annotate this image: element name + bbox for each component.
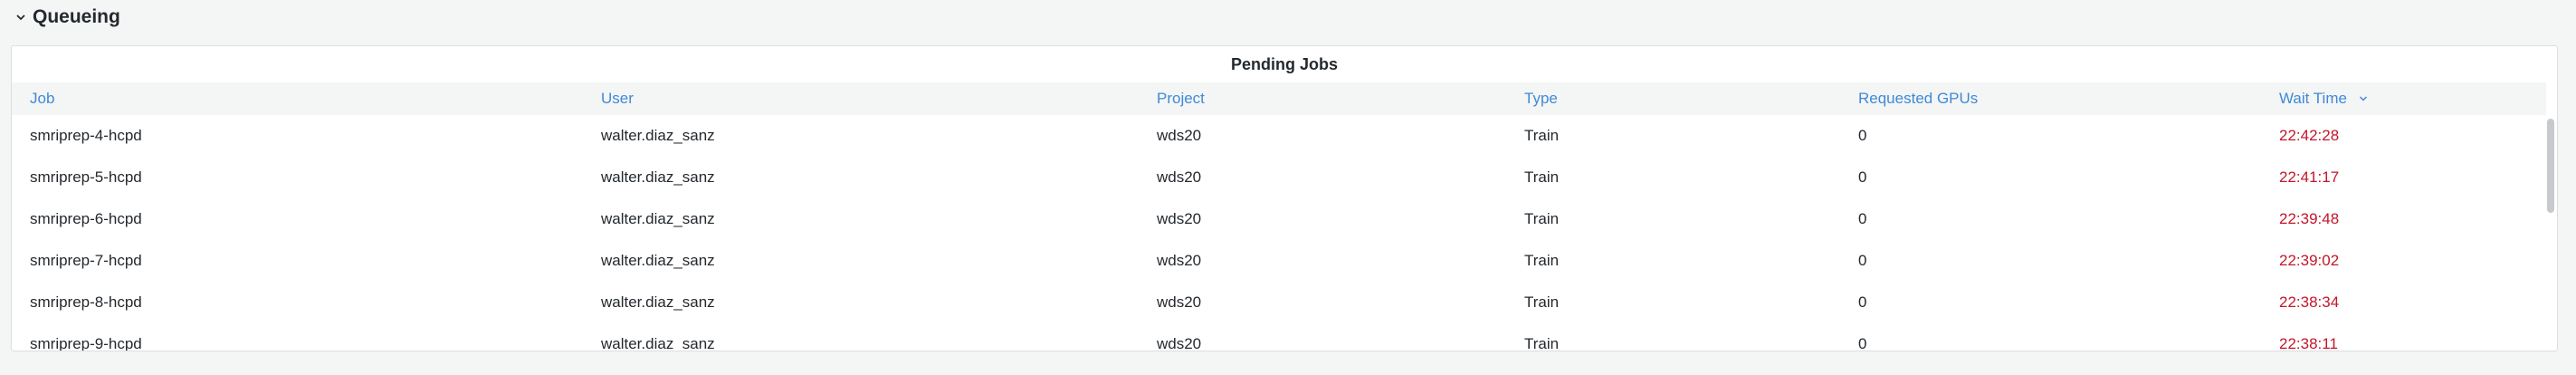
cell-wait-time: 22:39:02 [2279, 252, 2340, 269]
cell-project: wds20 [1157, 168, 1202, 186]
cell-wait-time: 22:39:48 [2279, 210, 2340, 227]
cell-project: wds20 [1157, 210, 1202, 227]
cell-user: walter.diaz_sanz [601, 293, 715, 311]
cell-type: Train [1524, 127, 1560, 144]
pending-jobs-panel: Pending Jobs Job User Project Type Reque… [11, 45, 2558, 351]
cell-job: smriprep-7-hcpd [30, 252, 142, 269]
cell-job: smriprep-5-hcpd [30, 168, 142, 186]
sort-desc-icon [2359, 90, 2368, 108]
cell-requested-gpus: 0 [1858, 293, 1867, 311]
column-header-wait-time[interactable]: Wait Time [2261, 82, 2546, 115]
cell-project: wds20 [1157, 127, 1202, 144]
cell-job: smriprep-6-hcpd [30, 210, 142, 227]
cell-requested-gpus: 0 [1858, 335, 1867, 351]
cell-wait-time: 22:38:11 [2279, 335, 2338, 351]
cell-job: smriprep-4-hcpd [30, 127, 142, 144]
cell-user: walter.diaz_sanz [601, 210, 715, 227]
cell-project: wds20 [1157, 335, 1202, 351]
cell-project: wds20 [1157, 293, 1202, 311]
cell-job: smriprep-9-hcpd [30, 335, 142, 351]
cell-project: wds20 [1157, 252, 1202, 269]
scrollbar-thumb[interactable] [2547, 119, 2554, 213]
chevron-down-icon[interactable] [14, 11, 27, 24]
table-row[interactable]: smriprep-9-hcpd walter.diaz_sanz wds20 Trai… [12, 323, 2546, 351]
pending-jobs-table: Job User Project Type Requested GPUs Wai… [12, 82, 2546, 351]
table-row[interactable]: smriprep-6-hcpd walter.diaz_sanz wds20 Trai… [12, 198, 2546, 240]
column-header-project[interactable]: Project [1139, 82, 1506, 115]
column-header-requested-gpus[interactable]: Requested GPUs [1840, 82, 2261, 115]
cell-requested-gpus: 0 [1858, 252, 1867, 269]
table-row[interactable]: smriprep-8-hcpd walter.diaz_sanz wds20 Trai… [12, 282, 2546, 323]
cell-requested-gpus: 0 [1858, 127, 1867, 144]
row-title: Queueing [33, 6, 120, 27]
cell-job: smriprep-8-hcpd [30, 293, 142, 311]
table-body: smriprep-4-hcpd walter.diaz_sanz wds20 Trai… [12, 115, 2546, 351]
cell-user: walter.diaz_sanz [601, 335, 715, 351]
panel-title: Pending Jobs [1230, 54, 1338, 73]
cell-type: Train [1524, 252, 1560, 269]
cell-type: Train [1524, 335, 1560, 351]
cell-requested-gpus: 0 [1858, 210, 1867, 227]
table-row[interactable]: smriprep-4-hcpd walter.diaz_sanz wds20 Trai… [12, 115, 2546, 157]
pending-jobs-table-container: Job User Project Type Requested GPUs Wai… [12, 82, 2546, 351]
table-row[interactable]: smriprep-5-hcpd walter.diaz_sanz wds20 Trai… [12, 157, 2546, 198]
column-header-job[interactable]: Job [12, 82, 583, 115]
column-header-type[interactable]: Type [1506, 82, 1840, 115]
cell-user: walter.diaz_sanz [601, 127, 715, 144]
cell-user: walter.diaz_sanz [601, 252, 715, 269]
table-row[interactable]: smriprep-7-hcpd walter.diaz_sanz wds20 Trai… [12, 240, 2546, 282]
cell-wait-time: 22:38:34 [2279, 293, 2340, 311]
cell-type: Train [1524, 168, 1560, 186]
cell-requested-gpus: 0 [1858, 168, 1867, 186]
cell-type: Train [1524, 210, 1560, 227]
cell-wait-time: 22:41:17 [2279, 168, 2340, 186]
cell-type: Train [1524, 293, 1560, 311]
cell-wait-time: 22:42:28 [2279, 127, 2340, 144]
table-header-row: Job User Project Type Requested GPUs Wai… [12, 82, 2546, 115]
queueing-row-header[interactable]: Queueing [0, 0, 120, 34]
column-header-user[interactable]: User [583, 82, 1139, 115]
cell-user: walter.diaz_sanz [601, 168, 715, 186]
